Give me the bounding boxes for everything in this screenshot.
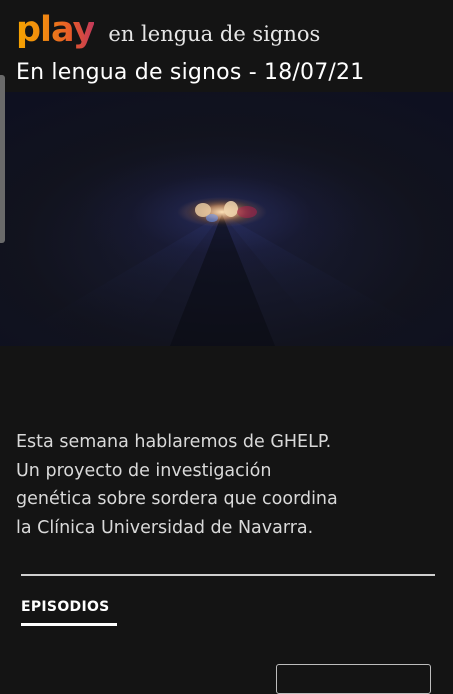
description-line: genética sobre sordera que coordina xyxy=(16,489,338,509)
description-line: Esta semana hablaremos de GHELP. xyxy=(16,432,332,452)
play-logo[interactable]: play xyxy=(16,10,95,50)
drawer-handle[interactable] xyxy=(0,75,5,243)
season-selector[interactable] xyxy=(276,664,431,694)
description-line: Un proyecto de investigación xyxy=(16,460,272,481)
video-player[interactable] xyxy=(0,92,453,346)
episode-description: Esta semana hablaremos de GHELP. Un proy… xyxy=(16,428,396,542)
description-line: la Clínica Universidad de Navarra. xyxy=(16,517,314,538)
brand-subtitle: en lengua de signos xyxy=(108,22,321,46)
episode-title: En lengua de signos - 18/07/21 xyxy=(16,60,365,85)
brand-row: play en lengua de signos xyxy=(16,10,320,54)
tab-bar: EPISODIOS xyxy=(21,598,117,626)
video-frame-art xyxy=(0,198,453,346)
tab-episodes[interactable]: EPISODIOS xyxy=(21,599,117,626)
header: play en lengua de signos En lengua de si… xyxy=(0,0,453,92)
section-divider xyxy=(21,574,435,576)
